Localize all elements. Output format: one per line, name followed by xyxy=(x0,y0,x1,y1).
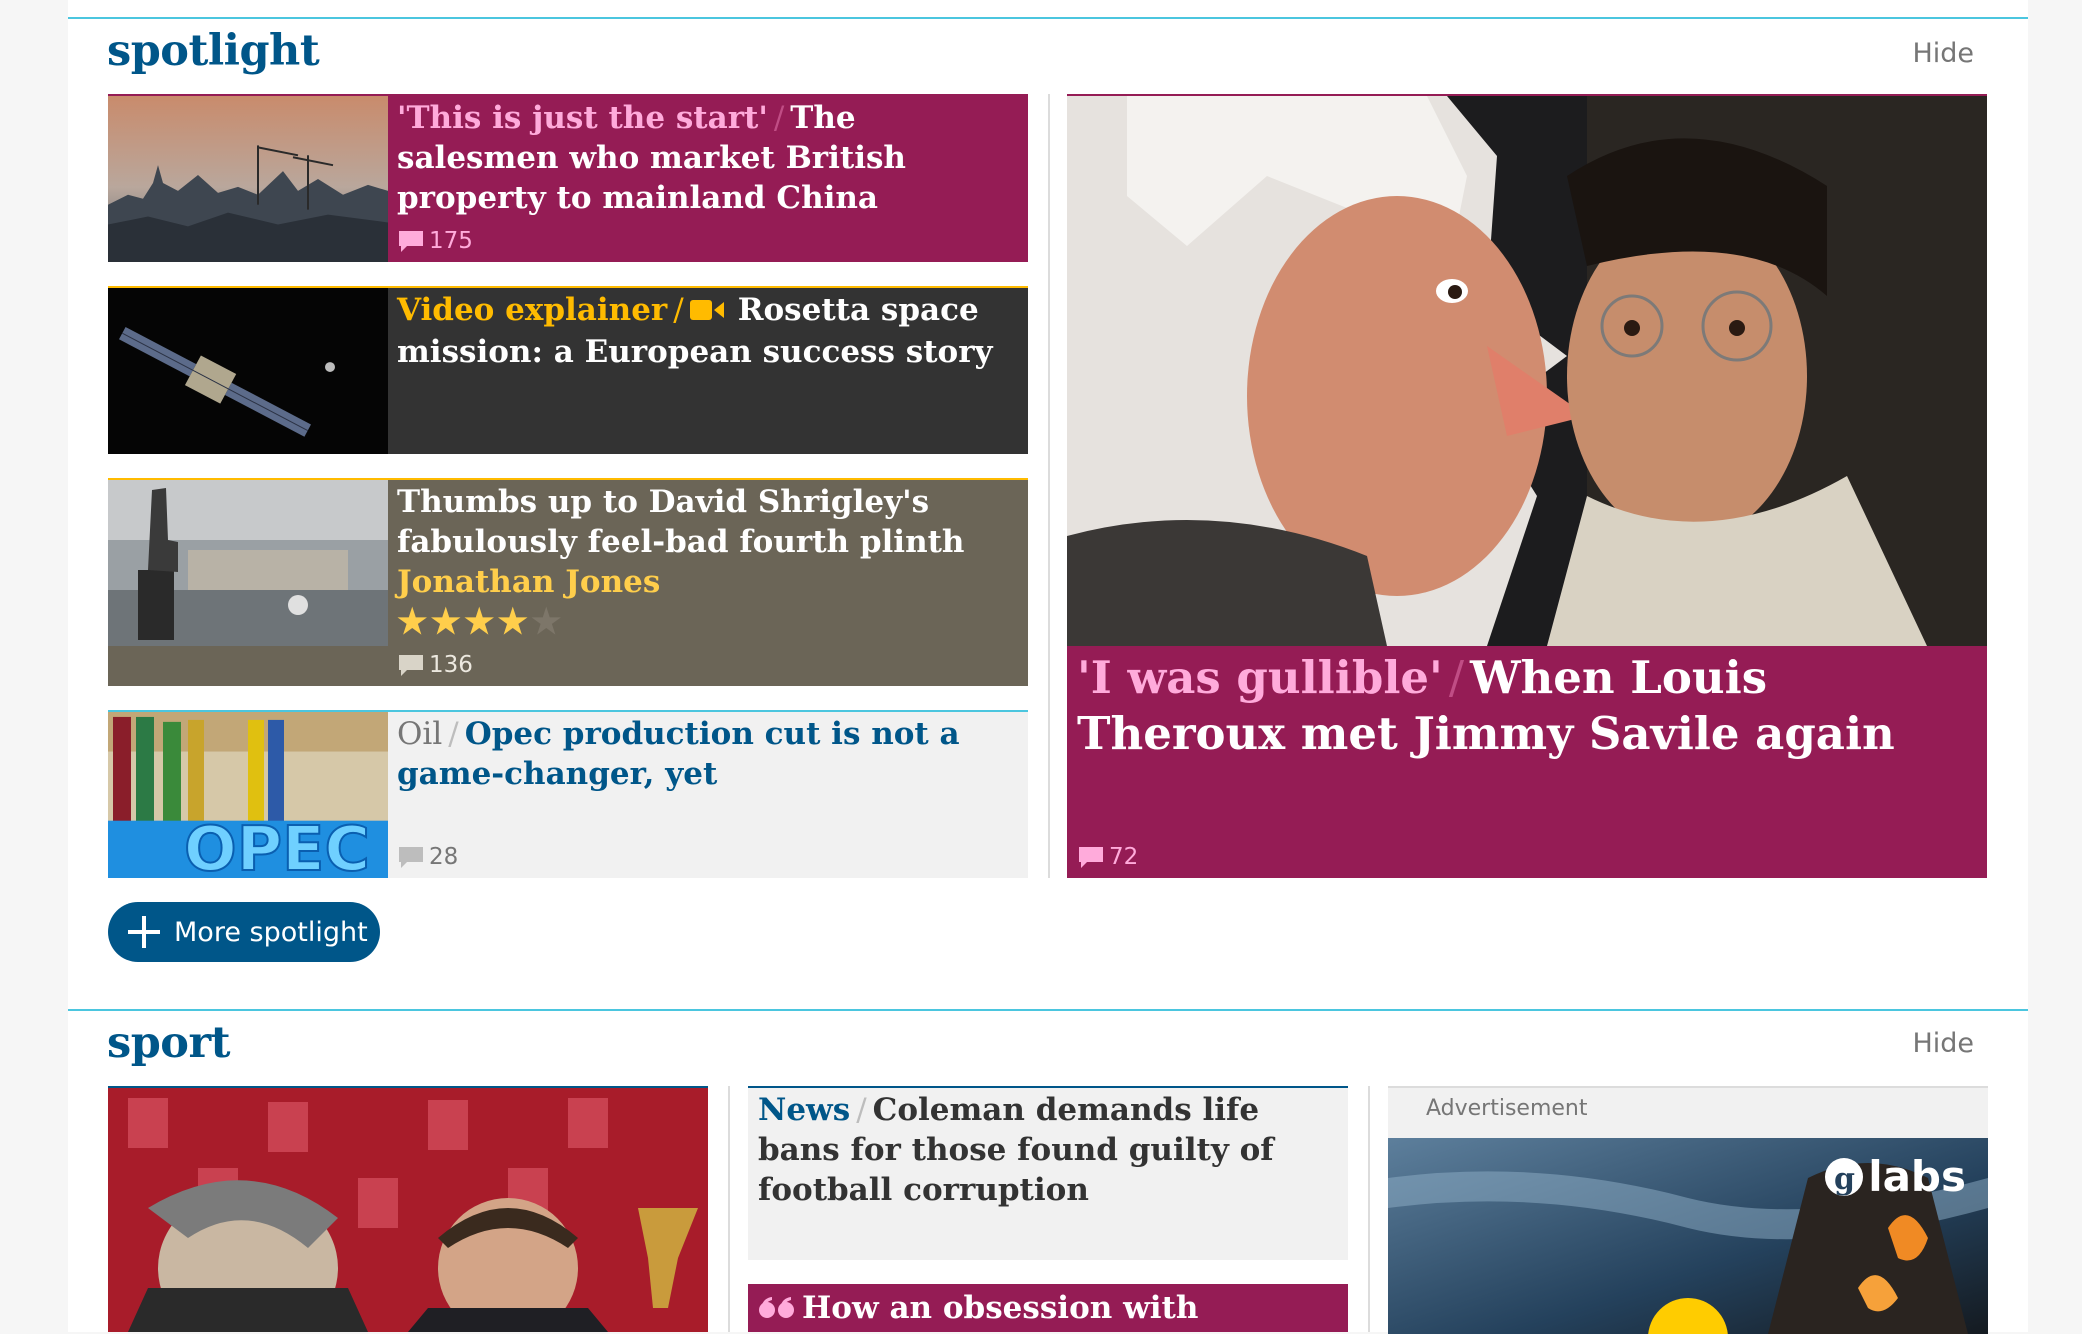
comment-bubble-icon xyxy=(397,845,425,869)
hide-sport-button[interactable]: Hide xyxy=(1912,1028,1974,1059)
spotlight-card-rosetta[interactable]: Video explainer / Rosetta space mission: a… xyxy=(108,286,1028,454)
star-rating: ★★★★★ xyxy=(397,602,1018,642)
thumbnail-rosetta-spacecraft[interactable] xyxy=(108,288,388,454)
more-spotlight-button[interactable]: More spotlight xyxy=(108,902,380,962)
sport-card-ryder-cup[interactable] xyxy=(108,1086,708,1332)
thumbnail-fourth-plinth[interactable] xyxy=(108,480,388,646)
guardian-labs-text: labs xyxy=(1868,1152,1966,1201)
advertisement-slot[interactable]: Advertisement g labs xyxy=(1388,1086,1988,1334)
comment-count[interactable]: 136 xyxy=(397,652,473,678)
guardian-g-icon: g xyxy=(1825,1157,1864,1197)
kicker-separator: / xyxy=(856,1092,867,1128)
star-filled-icon: ★ xyxy=(430,602,464,642)
spotlight-card-shrigley-review[interactable]: Thumbs up to David Shrigley's fabulously… xyxy=(108,478,1028,686)
sport-image-ryder-cup[interactable] xyxy=(108,1088,708,1332)
card-kicker[interactable]: Video explainer xyxy=(397,292,667,328)
comment-count[interactable]: 72 xyxy=(1077,844,1138,870)
card-headline[interactable]: How an obsession with Football xyxy=(758,1290,1198,1332)
comment-count-value: 136 xyxy=(429,652,473,678)
section-title-spotlight[interactable]: spotlight xyxy=(107,26,320,76)
video-camera-icon xyxy=(689,292,726,332)
kicker-separator: / xyxy=(773,100,785,136)
comment-count[interactable]: 175 xyxy=(397,228,473,254)
quote-icon xyxy=(758,1290,796,1330)
plus-icon xyxy=(128,916,160,948)
kicker-separator: / xyxy=(673,292,684,328)
card-headline[interactable]: Thumbs up to David Shrigley's fabulously… xyxy=(397,482,1018,562)
section-title-sport[interactable]: sport xyxy=(107,1018,230,1068)
comment-bubble-icon xyxy=(397,653,425,677)
star-filled-icon: ★ xyxy=(463,602,498,642)
spotlight-card-opec[interactable]: OPEC Oil / Opec production cut is not a ga… xyxy=(108,710,1028,878)
comment-bubble-icon xyxy=(397,229,425,253)
star-filled-icon: ★ xyxy=(397,602,431,642)
card-kicker[interactable]: News xyxy=(758,1092,850,1128)
hide-spotlight-button[interactable]: Hide xyxy=(1912,38,1974,69)
spotlight-card-property[interactable]: 'This is just the start' / The salesmen wh… xyxy=(108,94,1028,262)
guardian-labs-logo: g labs xyxy=(1824,1152,1966,1201)
opec-logo-text: OPEC xyxy=(184,813,370,878)
section-top-rule xyxy=(68,1009,2028,1011)
star-filled-icon: ★ xyxy=(497,602,531,642)
card-headline[interactable]: Opec production cut is not a game-change… xyxy=(397,716,960,792)
comment-count-value: 72 xyxy=(1109,844,1139,870)
column-divider xyxy=(728,1086,730,1332)
sport-card-comment[interactable]: How an obsession with Football xyxy=(748,1284,1348,1332)
section-top-rule xyxy=(68,17,2028,19)
comment-count[interactable]: 28 xyxy=(397,844,458,870)
comment-count-value: 28 xyxy=(429,844,459,870)
comment-bubble-icon xyxy=(1077,845,1105,869)
spotlight-feature-theroux[interactable]: 'I was gullible' / When Louis Theroux met … xyxy=(1067,94,1987,878)
feature-kicker[interactable]: 'I was gullible' xyxy=(1077,651,1443,704)
kicker-separator: / xyxy=(448,716,459,752)
card-byline[interactable]: Jonathan Jones xyxy=(397,562,1018,602)
thumbnail-opec-conference[interactable]: OPEC xyxy=(108,712,388,878)
comment-count-value: 175 xyxy=(429,228,473,254)
card-kicker[interactable]: Oil xyxy=(397,716,442,752)
svg-text:g: g xyxy=(1834,1162,1855,1197)
column-divider xyxy=(1368,1086,1370,1332)
column-divider xyxy=(1048,94,1050,878)
card-kicker[interactable]: 'This is just the start' xyxy=(397,100,768,136)
feature-image-theroux-savile[interactable] xyxy=(1067,96,1987,646)
more-spotlight-label: More spotlight xyxy=(174,916,368,948)
star-empty-icon: ★ xyxy=(530,602,565,642)
page-container: spotlight Hide 'This is just the start' /… xyxy=(68,0,2028,1334)
advertisement-label: Advertisement xyxy=(1426,1096,1588,1121)
sport-card-coleman[interactable]: News / Coleman demands life bans for those… xyxy=(748,1086,1348,1260)
thumbnail-london-skyline[interactable] xyxy=(108,96,388,262)
kicker-separator: / xyxy=(1448,651,1464,704)
